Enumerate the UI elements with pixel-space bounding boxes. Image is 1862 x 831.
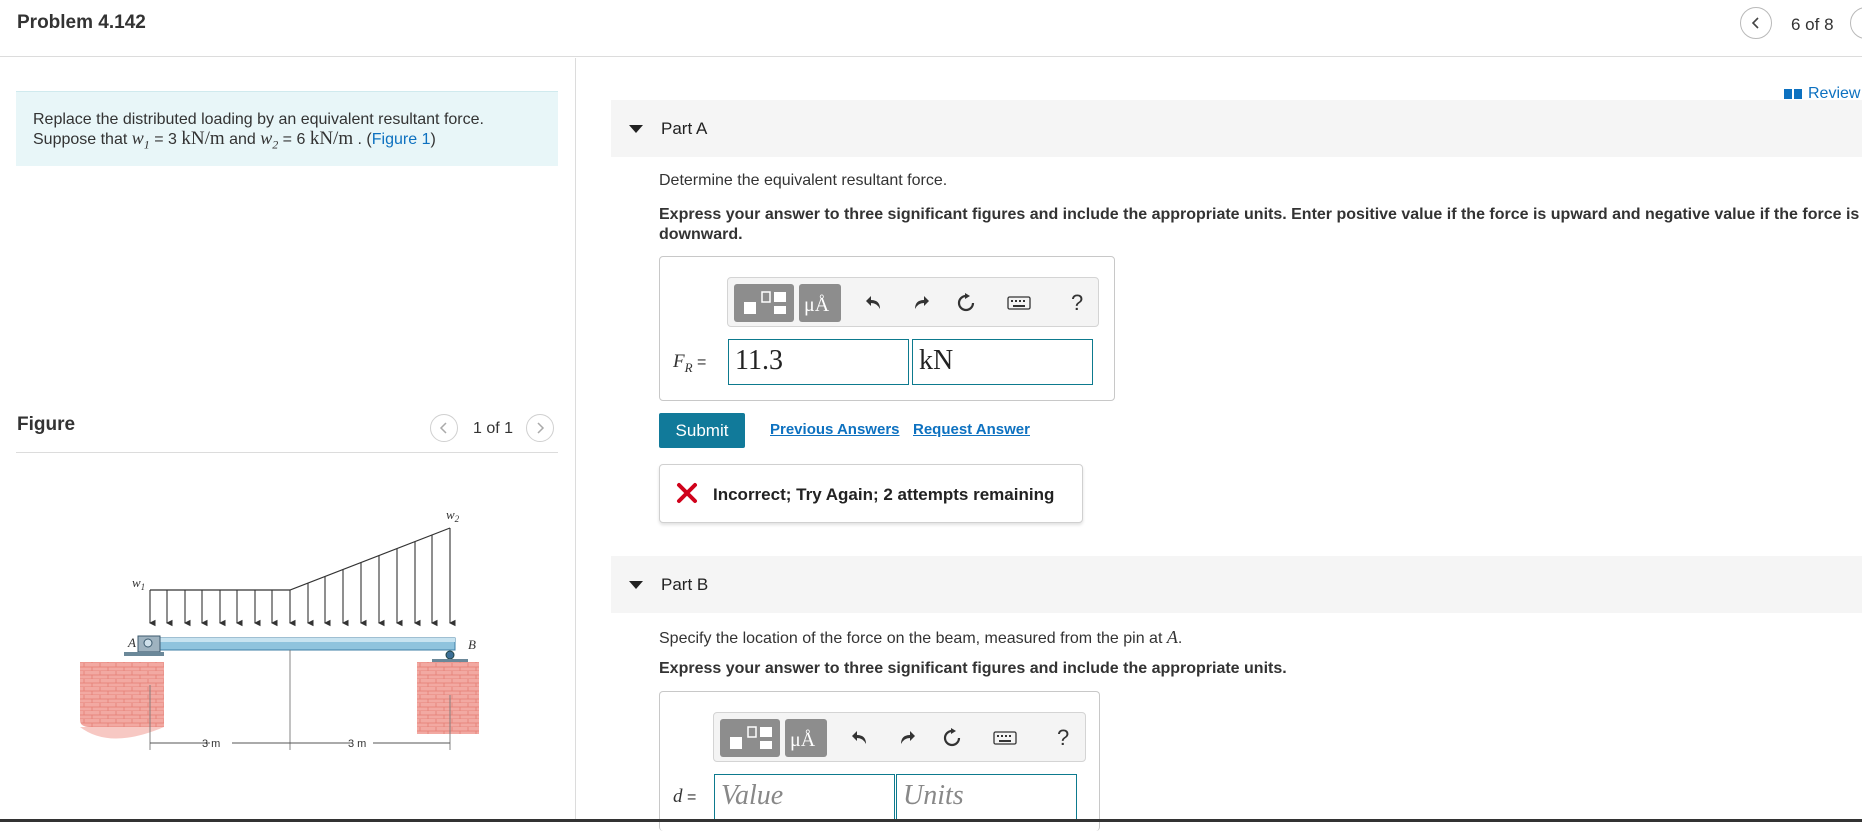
previous-answers-link[interactable]: Previous Answers (770, 421, 900, 438)
problem-page-count: 6 of 8 (1791, 15, 1834, 34)
book-icon (1784, 89, 1802, 99)
part-a-prompt: Determine the equivalent resultant force… (659, 172, 948, 189)
reset-icon (943, 728, 961, 747)
figure-count: 1 of 1 (473, 420, 514, 437)
header: Problem 4.142 6 of 8 (0, 0, 1862, 57)
point-a-label: A (127, 635, 136, 650)
part-a-instruction: Express your answer to three significant… (659, 206, 1860, 243)
point-b-label: B (468, 637, 476, 652)
units-symbols-button[interactable]: μÅ (799, 284, 841, 322)
undo-button[interactable] (862, 291, 886, 315)
problem-text-line1: Replace the distributed loading by an eq… (33, 111, 484, 128)
redo-button[interactable] (909, 291, 933, 315)
part-b-answer-box: μÅ ? d = Value Units (659, 691, 1100, 831)
panel-divider (575, 58, 576, 822)
part-b-instruction: Express your answer to three significant… (659, 660, 1287, 677)
chevron-left-icon (439, 422, 447, 434)
figure-divider (16, 452, 558, 453)
mu-angstrom-icon: μÅ (804, 294, 830, 316)
undo-icon (852, 731, 866, 744)
load-outline (150, 527, 451, 591)
w1-label: w1 (132, 575, 145, 592)
keyboard-icon (1007, 296, 1031, 310)
problem-title: Problem 4.142 (17, 12, 146, 33)
figure-next-button[interactable] (526, 414, 554, 442)
error-x-icon (677, 483, 697, 503)
templates-icon (744, 291, 786, 314)
help-button[interactable]: ? (1057, 725, 1069, 751)
reset-button[interactable] (940, 726, 964, 750)
part-a-variable-label: FR = (673, 351, 707, 375)
redo-icon (915, 296, 929, 309)
templates-button[interactable] (734, 284, 794, 322)
dimension-2: 3 m (348, 738, 366, 750)
part-a-toolbar: μÅ ? (727, 277, 1099, 327)
submit-button[interactable]: Submit (659, 413, 745, 448)
templates-icon (730, 726, 772, 749)
undo-icon (866, 296, 880, 309)
problem-statement: Replace the distributed loading by an eq… (16, 91, 558, 166)
previous-problem-button[interactable] (1740, 7, 1772, 39)
part-b-variable-label: d = (673, 786, 697, 807)
figure-link[interactable]: Figure 1 (372, 131, 431, 148)
keyboard-button[interactable] (1005, 291, 1033, 315)
load-arrows (148, 528, 456, 627)
wall-right (417, 662, 479, 734)
feedback-message: Incorrect; Try Again; 2 attempts remaini… (659, 464, 1083, 523)
beam-figure: w1 w2 A B 3 m 3 m (80, 507, 479, 750)
feedback-text: Incorrect; Try Again; 2 attempts remaini… (713, 485, 1055, 504)
next-problem-button[interactable] (1850, 7, 1862, 39)
chevron-right-icon (537, 422, 545, 434)
roller-support-b (432, 650, 468, 662)
part-b-toolbar: μÅ ? (713, 712, 1086, 762)
part-a-units-input[interactable]: kN (912, 339, 1093, 385)
part-b-header[interactable]: Part B (611, 556, 1862, 613)
wall-left (80, 662, 164, 739)
part-a-answer-box: μÅ ? FR = 11.3 kN (659, 256, 1115, 401)
figure-prev-button[interactable] (430, 414, 458, 442)
figure-heading: Figure (17, 414, 76, 435)
caret-down-icon (629, 581, 643, 589)
part-b-value-input[interactable]: Value (714, 774, 895, 820)
part-b-prompt: Specify the location of the force on the… (659, 627, 1183, 647)
chevron-left-icon (1751, 17, 1759, 29)
part-b-title: Part B (661, 575, 709, 594)
caret-down-icon (629, 125, 643, 133)
redo-button[interactable] (895, 726, 919, 750)
w2-label: w2 (446, 507, 460, 524)
units-symbols-button[interactable]: μÅ (785, 719, 827, 757)
problem-text-line2: Suppose that w1 = 3 kN/m and w2 = 6 kN/m… (33, 128, 436, 152)
keyboard-icon (993, 731, 1017, 745)
redo-icon (901, 731, 915, 744)
reset-button[interactable] (954, 291, 978, 315)
request-answer-link[interactable]: Request Answer (913, 421, 1030, 438)
dimension-1: 3 m (202, 738, 220, 750)
part-b-units-input[interactable]: Units (896, 774, 1077, 820)
templates-button[interactable] (720, 719, 780, 757)
part-a-value-input[interactable]: 11.3 (728, 339, 909, 385)
mu-angstrom-icon: μÅ (790, 729, 816, 751)
part-a-title: Part A (661, 119, 708, 138)
part-a-header[interactable]: Part A (611, 100, 1862, 157)
undo-button[interactable] (848, 726, 872, 750)
keyboard-button[interactable] (991, 726, 1019, 750)
reset-icon (957, 293, 975, 312)
help-button[interactable]: ? (1071, 290, 1083, 316)
